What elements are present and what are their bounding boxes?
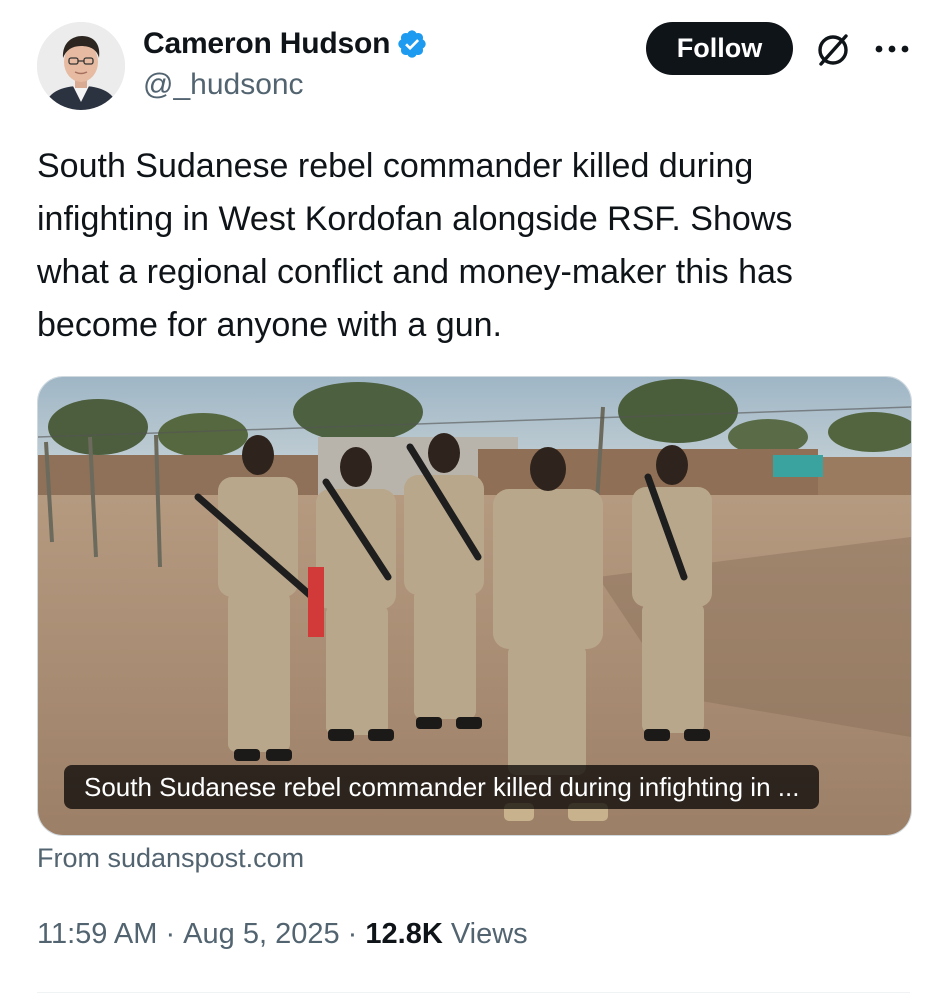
display-name[interactable]: Cameron Hudson — [143, 27, 390, 61]
more-options-icon[interactable] — [872, 42, 912, 56]
views-count: 12.8K — [365, 918, 443, 950]
tweet-meta: 11:59 AM · Aug 5, 2025 · 12.8K Views — [37, 918, 528, 951]
author-block: Cameron Hudson @_hudsonc — [143, 24, 428, 102]
meta-separator: · — [339, 918, 366, 950]
tweet-header: Cameron Hudson @_hudsonc Follow — [37, 22, 917, 114]
avatar-image — [37, 22, 125, 110]
name-row: Cameron Hudson — [143, 24, 428, 64]
views-label: Views — [442, 918, 528, 950]
grok-icon[interactable] — [813, 30, 853, 70]
verified-badge-icon — [396, 28, 428, 60]
tweet-text: South Sudanese rebel commander killed du… — [37, 147, 793, 344]
tweet-time[interactable]: 11:59 AM — [37, 918, 157, 951]
tweet-date[interactable]: Aug 5, 2025 — [183, 918, 339, 951]
meta-separator: · — [157, 918, 184, 950]
follow-button[interactable]: Follow — [646, 22, 793, 75]
link-card[interactable]: South Sudanese rebel commander killed du… — [37, 376, 912, 836]
link-card-caption: South Sudanese rebel commander killed du… — [64, 765, 820, 809]
divider — [37, 992, 910, 993]
author-handle[interactable]: @_hudsonc — [143, 68, 428, 102]
link-source[interactable]: From sudanspost.com — [37, 843, 304, 874]
avatar[interactable] — [37, 22, 125, 110]
